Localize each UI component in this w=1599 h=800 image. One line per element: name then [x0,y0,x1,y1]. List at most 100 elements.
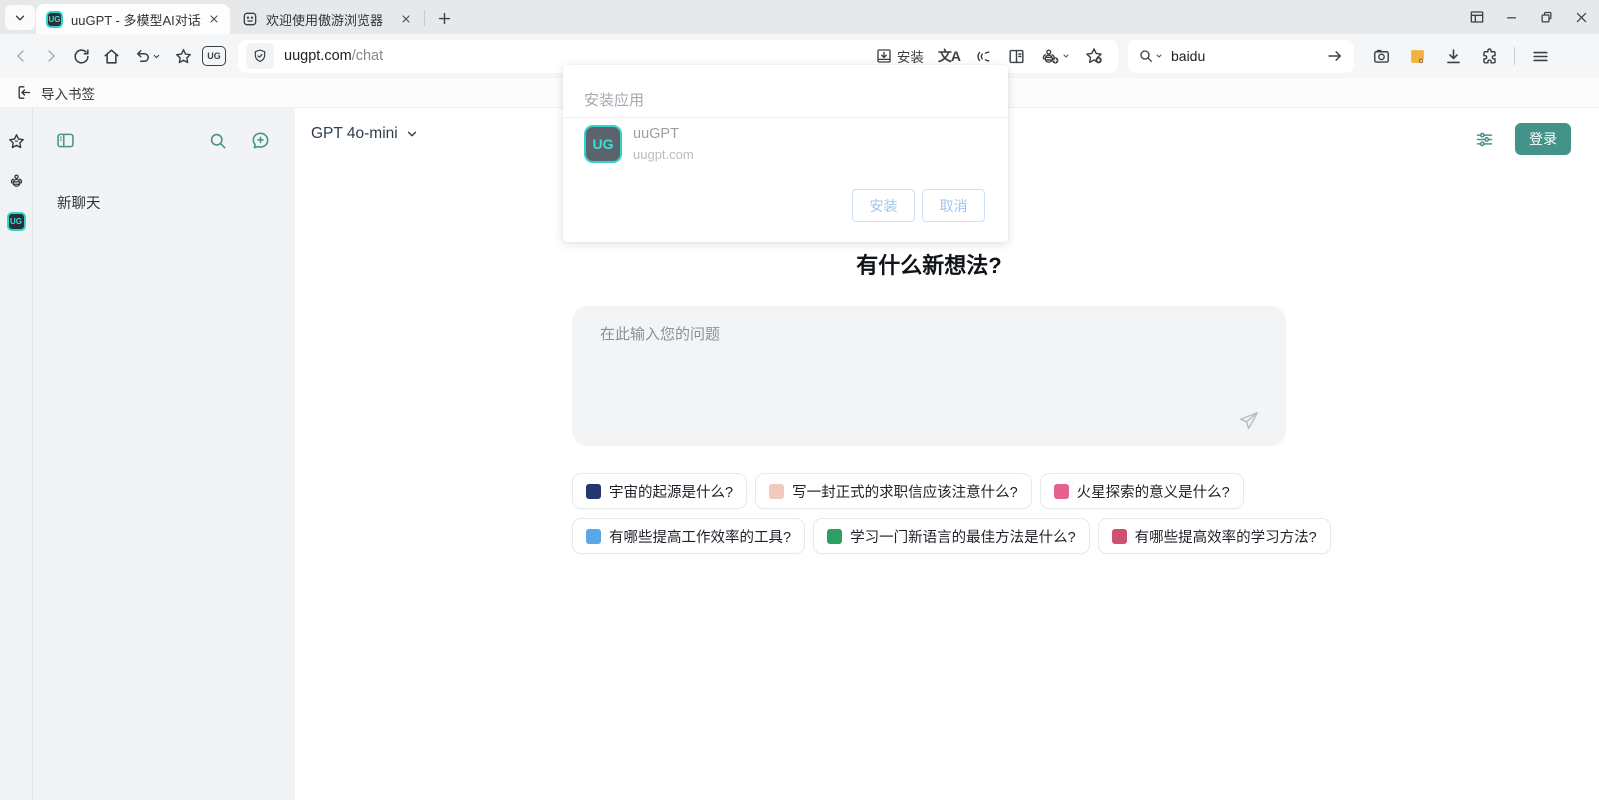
install-icon [875,47,893,65]
tab-title: uuGPT - 多模型AI对话 [71,10,202,29]
uugpt-panel-button[interactable]: UG [7,212,26,231]
install-app-button[interactable]: 安装 [875,46,924,66]
notes-button[interactable] [1402,41,1432,71]
model-selector[interactable]: GPT 4o-mini [311,125,419,143]
dialog-title: 安装应用 [584,89,644,110]
chevron-down-icon [405,127,419,141]
suggestion-chip[interactable]: 学习一门新语言的最佳方法是什么? [813,518,1090,554]
toolbar-right-actions [1366,41,1555,71]
read-aloud-button[interactable] [974,47,993,66]
screenshot-button[interactable] [1366,41,1396,71]
suggestion-chip[interactable]: 有哪些提高效率的学习方法? [1098,518,1331,554]
favorites-button[interactable] [168,41,198,71]
download-icon [1444,47,1463,66]
suggestion-label: 宇宙的起源是什么? [609,481,733,502]
address-bar-actions: 安装 文A [875,46,1110,67]
collapse-sidebar-icon [55,130,76,151]
new-chat-icon [250,130,271,151]
settings-button[interactable] [1474,129,1495,150]
forward-icon [42,47,60,65]
collapse-sidebar-button[interactable] [55,130,76,151]
ug-extension-button[interactable]: UG [202,46,226,66]
suggestion-row: 宇宙的起源是什么? 写一封正式的求职信应该注意什么?火星探索的意义是什么? [572,473,1286,509]
chevron-down-icon [1155,52,1163,60]
bee-panel-button[interactable] [7,172,26,191]
star-plus-icon [1084,46,1104,66]
message-input[interactable] [572,306,1286,446]
search-engine-icon[interactable] [1138,48,1154,64]
tab-close-icon[interactable] [400,13,412,25]
bee-collect-icon [1040,46,1061,67]
import-bookmarks-button[interactable]: 导入书签 [10,80,101,106]
tab-close-icon[interactable] [208,13,220,25]
chevron-down-icon [152,52,161,61]
new-tab-button[interactable] [432,7,456,29]
reload-button[interactable] [66,41,96,71]
close-icon[interactable] [1564,0,1599,34]
url-path: /chat [352,48,383,64]
install-label: 安装 [897,46,924,66]
app-domain: uugpt.com [633,147,694,162]
bee-icon [7,172,26,191]
dialog-install-button[interactable]: 安装 [852,189,915,222]
search-box[interactable] [1128,40,1354,73]
note-icon [1408,47,1427,66]
favorites-panel-button[interactable] [7,132,26,151]
search-go-icon[interactable] [1326,47,1344,65]
suggestion-chip[interactable]: 写一封正式的求职信应该注意什么? [755,473,1032,509]
add-favorite-button[interactable] [1084,46,1104,66]
titlebar: UG uuGPT - 多模型AI对话 欢迎使用傲游浏览器 [0,0,1599,34]
message-input-card [572,306,1286,446]
send-button[interactable] [1238,410,1260,432]
book-icon [1007,47,1026,66]
panel-layout-icon[interactable] [1459,0,1494,34]
camera-icon [1372,47,1391,66]
tab-title: 欢迎使用傲游浏览器 [266,10,394,29]
read-aloud-icon [974,47,993,66]
url-display[interactable]: uugpt.com/chat [284,48,875,64]
app-name: uuGPT [633,126,694,142]
restore-icon[interactable] [1529,0,1564,34]
back-button[interactable] [6,41,36,71]
plus-icon [437,11,452,26]
reading-mode-button[interactable] [1007,47,1026,66]
import-bookmarks-icon [16,84,33,101]
suggestion-chip[interactable]: 火星探索的意义是什么? [1040,473,1244,509]
extensions-button[interactable] [1474,41,1504,71]
app-icon: UG [584,125,622,163]
new-chat-button[interactable] [250,130,271,151]
downloads-button[interactable] [1438,41,1468,71]
install-app-dialog: 安装应用 UG uuGPT uugpt.com 安装 取消 [563,65,1008,242]
import-bookmarks-label: 导入书签 [41,83,95,103]
tab-uugpt[interactable]: UG uuGPT - 多模型AI对话 [36,4,230,34]
tab-separator [424,10,425,26]
chat-column: 有什么新想法? 宇宙的起源是什么?写一封正式的求职信应该注意什么?火星探索的意义… [572,248,1286,554]
forward-button[interactable] [36,41,66,71]
minimize-icon[interactable] [1494,0,1529,34]
main-menu-button[interactable] [1525,41,1555,71]
tab-list-dropdown-button[interactable] [5,5,35,30]
memo-icon [769,484,784,499]
sliders-icon [1474,129,1495,150]
tab-welcome[interactable]: 欢迎使用傲游浏览器 [232,4,422,34]
chevron-down-icon [1062,52,1070,60]
site-security-button[interactable] [246,43,274,69]
puzzle-icon [1480,47,1499,66]
suggestion-chip[interactable]: 宇宙的起源是什么? [572,473,747,509]
suggestion-label: 学习一门新语言的最佳方法是什么? [850,526,1076,547]
login-button[interactable]: 登录 [1515,123,1571,155]
bee-collect-button[interactable] [1040,46,1070,67]
suggestion-label: 有哪些提高效率的学习方法? [1135,526,1317,547]
globe-icon [827,529,842,544]
chat-sidebar-toolbar [55,130,271,151]
search-chats-button[interactable] [208,131,228,151]
translate-icon[interactable]: 文A [938,46,960,66]
sidebar-item-new-chat[interactable]: 新聊天 [55,186,281,219]
search-input[interactable] [1171,48,1291,64]
url-domain: uugpt.com [284,48,352,64]
undo-button[interactable] [126,41,168,71]
suggestion-chip[interactable]: 有哪些提高工作效率的工具? [572,518,805,554]
home-button[interactable] [96,41,126,71]
dialog-cancel-button[interactable]: 取消 [922,189,985,222]
computer-icon [586,529,601,544]
